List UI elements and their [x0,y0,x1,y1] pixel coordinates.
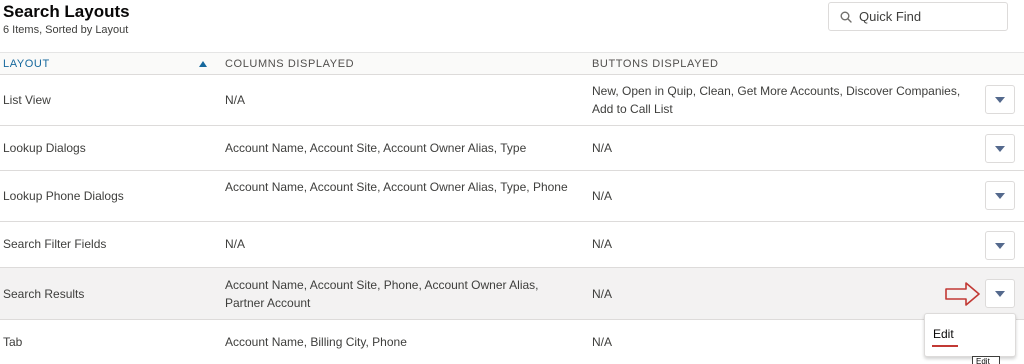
red-arrow-icon [945,282,980,306]
columns-displayed: Account Name, Account Site, Phone, Accou… [225,278,539,310]
layout-name[interactable]: Search Results [3,285,84,303]
table-row: Search Results Account Name, Account Sit… [0,268,1024,320]
columns-displayed: Account Name, Account Site, Account Owne… [225,141,527,155]
columns-displayed: Account Name, Account Site, Account Owne… [225,180,568,194]
row-actions-button[interactable] [985,181,1015,210]
quick-find-box[interactable] [828,2,1008,31]
table-row: List View N/A New, Open in Quip, Clean, … [0,75,1024,126]
page-header: Search Layouts 6 Items, Sorted by Layout [0,0,1024,52]
row-actions-button[interactable] [985,231,1015,260]
column-header-buttons-displayed[interactable]: BUTTONS DISPLAYED [592,58,719,70]
buttons-displayed: N/A [592,287,613,301]
columns-displayed: Account Name, Billing City, Phone [225,335,407,349]
chevron-down-icon [995,146,1005,152]
table-header: LAYOUT COLUMNS DISPLAYED BUTTONS DISPLAY… [0,52,1024,75]
buttons-displayed: N/A [592,141,613,155]
column-header-columns-displayed[interactable]: COLUMNS DISPLAYED [225,58,354,70]
buttons-displayed: New, Open in Quip, Clean, Get More Accou… [592,84,961,116]
page-title: Search Layouts [3,2,130,21]
table-row: Lookup Dialogs Account Name, Account Sit… [0,126,1024,171]
annotation-underline [932,345,958,347]
layout-name[interactable]: Lookup Dialogs [3,139,86,157]
buttons-displayed: N/A [592,189,613,203]
row-actions-button[interactable] [985,279,1015,308]
layout-name[interactable]: Lookup Phone Dialogs [3,187,124,205]
menu-item-edit[interactable]: Edit [933,327,954,341]
chevron-down-icon [995,193,1005,199]
column-header-layout[interactable]: LAYOUT [3,58,50,70]
search-icon [840,11,852,23]
chevron-down-icon [995,97,1005,103]
item-count-subtitle: 6 Items, Sorted by Layout [3,24,129,36]
columns-displayed: N/A [225,237,246,251]
columns-displayed: N/A [225,93,246,107]
buttons-displayed: N/A [592,237,613,251]
row-actions-button[interactable] [985,85,1015,114]
table-row: Lookup Phone Dialogs Account Name, Accou… [0,171,1024,222]
layout-name[interactable]: List View [3,91,51,109]
buttons-displayed: N/A [592,335,613,349]
quick-find-input[interactable] [859,7,999,26]
row-actions-button[interactable] [985,134,1015,163]
sort-ascending-icon[interactable] [199,61,207,67]
table-row: Tab Account Name, Billing City, Phone N/… [0,320,1024,364]
chevron-down-icon [995,243,1005,249]
layout-name[interactable]: Tab [3,333,22,351]
layout-name[interactable]: Search Filter Fields [3,235,106,253]
chevron-down-icon [995,291,1005,297]
row-actions-menu: Edit [924,313,1016,357]
table-row: Search Filter Fields N/A N/A [0,222,1024,268]
edit-tooltip: Edit [972,356,1000,364]
